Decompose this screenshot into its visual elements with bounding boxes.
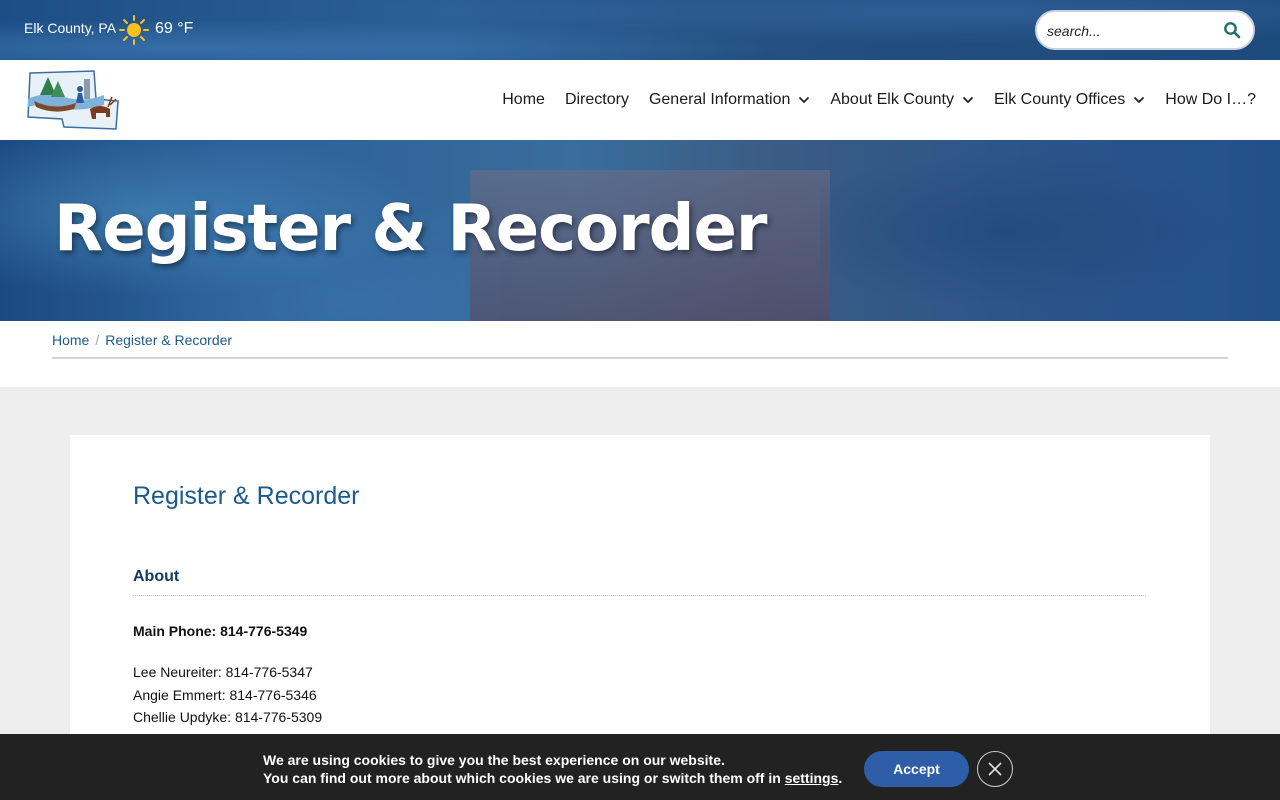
section-heading-about: About xyxy=(133,568,180,585)
nav-elk-county-offices-label: Elk County Offices xyxy=(993,91,1126,108)
search-icon[interactable] xyxy=(1223,21,1241,39)
cookie-message-line1: We are using cookies to give you the bes… xyxy=(263,752,725,768)
top-bar: Elk County, PA 69 °F xyxy=(0,0,1280,60)
hero-title: Register & Recorder xyxy=(54,192,767,266)
breadcrumb-home[interactable]: Home xyxy=(52,332,89,348)
contact-item: Angie Emmert: 814-776-5346 xyxy=(133,686,317,703)
breadcrumb-current[interactable]: Register & Recorder xyxy=(105,332,232,348)
search-box xyxy=(1035,10,1255,50)
search-input[interactable] xyxy=(1047,21,1217,41)
breadcrumb-separator: / xyxy=(95,332,100,348)
nav-elk-county-offices[interactable]: Elk County Offices xyxy=(994,91,1145,109)
hero-banner: Register & Recorder xyxy=(0,140,1280,321)
accept-button[interactable]: Accept xyxy=(864,751,969,787)
nav-general-information[interactable]: General Information xyxy=(649,91,810,109)
breadcrumb: Home / Register & Recorder xyxy=(52,332,232,348)
cookie-banner: We are using cookies to give you the bes… xyxy=(0,734,1280,800)
elk-county-logo[interactable] xyxy=(24,69,120,131)
site-header: Home Directory General Information About… xyxy=(0,60,1280,140)
nav-about-elk-county-label: About Elk County xyxy=(830,91,954,108)
hero-background-trees-right xyxy=(820,140,1280,321)
contact-item: Lee Neureiter: 814-776-5347 xyxy=(133,664,313,680)
temperature-label: 69 °F xyxy=(155,20,194,37)
location-label: Elk County, PA xyxy=(24,20,117,36)
close-icon xyxy=(988,762,1002,776)
contact-item: Chellie Updyke: 814-776-5309 xyxy=(133,709,323,725)
section-divider xyxy=(133,595,1146,596)
cookie-message-line2-text: You can find out more about which cookie… xyxy=(263,770,785,786)
nav-general-information-label: General Information xyxy=(648,91,791,108)
chevron-down-icon xyxy=(1134,96,1145,104)
nav-how-do-i-label: How Do I…? xyxy=(1165,91,1256,108)
cookie-settings-link[interactable]: settings xyxy=(785,770,839,786)
contact-list: Lee Neureiter: 814-776-5347 Angie Emmert… xyxy=(133,661,322,729)
page-title: Register & Recorder xyxy=(133,482,360,510)
close-button[interactable] xyxy=(977,751,1013,787)
chevron-down-icon xyxy=(799,96,810,104)
main-phone: Main Phone: 814-776-5349 xyxy=(133,623,308,639)
chevron-down-icon xyxy=(962,96,974,104)
nav-about-elk-county[interactable]: About Elk County xyxy=(830,91,974,109)
nav-directory[interactable]: Directory xyxy=(565,91,629,109)
nav-home[interactable]: Home xyxy=(502,91,545,109)
cookie-message-line2: You can find out more about which cookie… xyxy=(263,769,842,787)
breadcrumb-divider xyxy=(52,357,1228,359)
nav-how-do-i[interactable]: How Do I…? xyxy=(1165,91,1256,109)
nav-directory-label: Directory xyxy=(564,91,629,108)
nav-home-label: Home xyxy=(502,91,545,108)
sun-icon xyxy=(119,15,149,45)
main-nav: Home Directory General Information About… xyxy=(482,60,1256,140)
cookie-message-period: . xyxy=(838,770,843,786)
cookie-message: We are using cookies to give you the bes… xyxy=(263,751,842,787)
breadcrumb-band: Home / Register & Recorder xyxy=(0,321,1280,387)
